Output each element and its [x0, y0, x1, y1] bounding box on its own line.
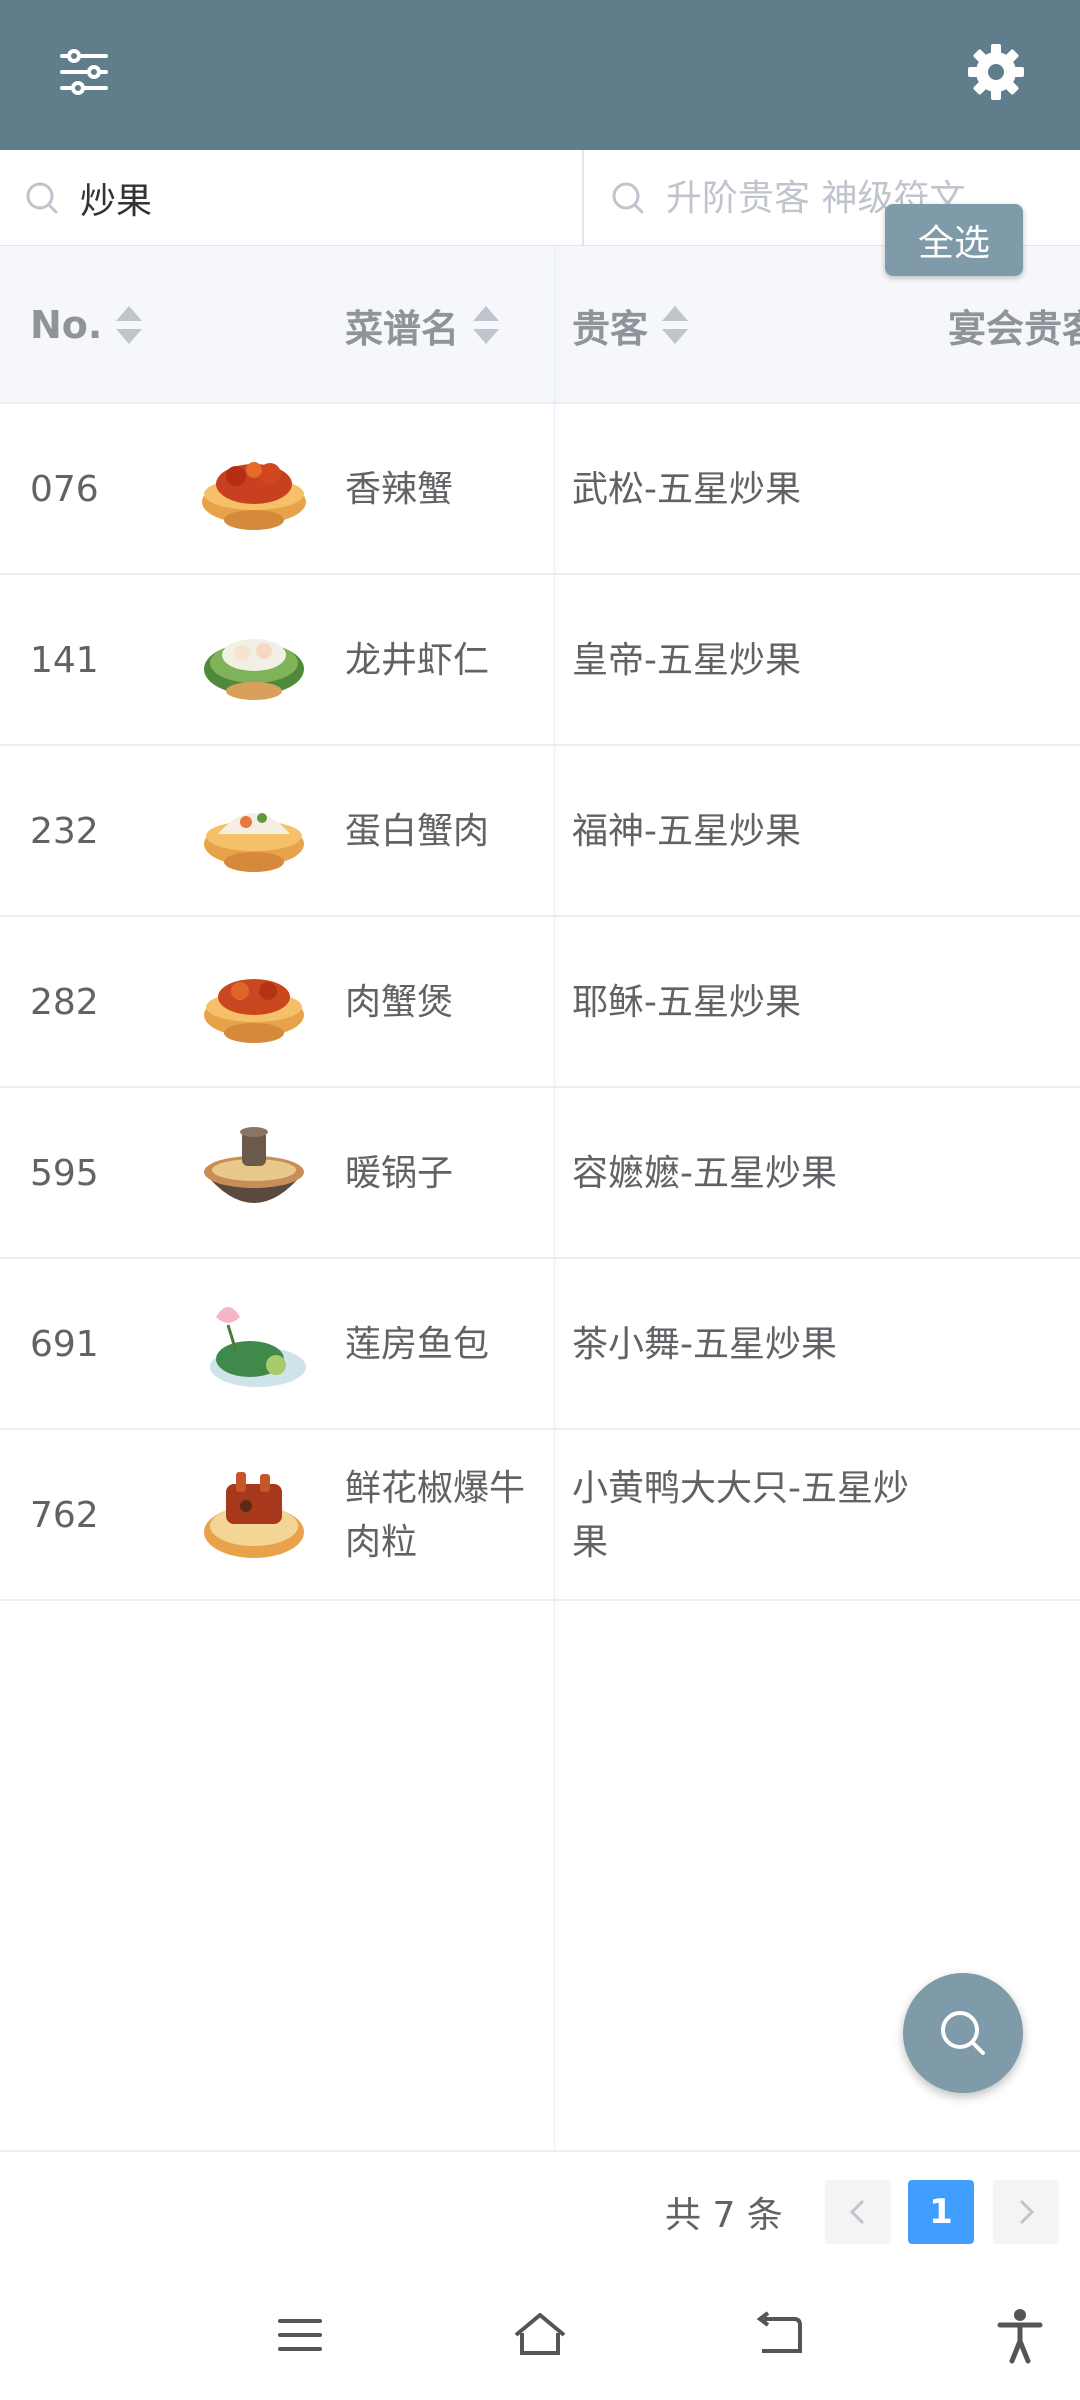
row-number: 282 [30, 982, 99, 1023]
chevron-left-icon [849, 2199, 865, 2225]
search-icon [941, 2011, 985, 2055]
home-icon[interactable] [510, 2305, 570, 2365]
guest-name: 茶小舞-五星炒果 [572, 1323, 837, 1365]
guest-name: 福神-五星炒果 [572, 810, 801, 852]
guest-name: 皇帝-五星炒果 [572, 639, 801, 681]
row-number: 762 [30, 1495, 99, 1536]
guest-name: 武松-五星炒果 [572, 468, 801, 510]
header-no-label: No. [30, 303, 103, 347]
row-number: 595 [30, 1153, 99, 1194]
top-bar [0, 0, 1080, 150]
table-row[interactable]: 232 蛋白蟹肉 福神-五星炒果 [0, 746, 1080, 917]
menu-icon[interactable] [270, 2305, 330, 2365]
pagination: 共 7 条 1 [0, 2150, 1080, 2270]
dish-name: 龙井虾仁 [345, 639, 490, 681]
pepper-beef-dish-icon [204, 1472, 304, 1558]
search-icon [26, 182, 58, 214]
page-1-button[interactable]: 1 [908, 2180, 974, 2244]
total-count: 共 7 条 [665, 2195, 783, 2236]
floating-search-button[interactable] [903, 1973, 1023, 2093]
dish-name: 鲜花椒爆牛肉粒 [345, 1467, 526, 1563]
app-root: 全选 No. 菜谱名 贵客 宴会贵客 076 [0, 0, 1080, 2400]
table-row[interactable]: 076 香辣蟹 武松-五星炒果 [0, 404, 1080, 575]
header-dish-name[interactable]: 菜谱名 [345, 246, 500, 404]
next-page-button[interactable] [993, 2180, 1059, 2244]
row-number: 232 [30, 811, 99, 852]
sort-icon[interactable] [116, 306, 143, 344]
accessibility-icon[interactable] [990, 2305, 1050, 2365]
table-row[interactable]: 282 肉蟹煲 耶稣-五星炒果 [0, 917, 1080, 1088]
back-icon[interactable] [750, 2305, 810, 2365]
guest-name: 小黄鸭大大只-五星炒果 [572, 1467, 909, 1563]
system-nav-bar [0, 2270, 1080, 2400]
fixed-column-divider [554, 246, 555, 2150]
row-number: 141 [30, 640, 99, 681]
sort-icon[interactable] [473, 306, 500, 344]
sliders-icon[interactable] [48, 36, 120, 108]
row-number: 691 [30, 1324, 99, 1365]
table-body: 076 香辣蟹 武松-五星炒果 141 龙井虾仁 皇帝-五星炒果 232 蛋白蟹… [0, 404, 1080, 1601]
guest-name: 容嬷嬷-五星炒果 [572, 1152, 837, 1194]
dish-name: 肉蟹煲 [345, 981, 454, 1023]
guest-name: 耶稣-五星炒果 [572, 981, 801, 1023]
header-no[interactable]: No. [30, 246, 143, 404]
prev-page-button[interactable] [825, 2180, 891, 2244]
header-guest[interactable]: 贵客 [572, 246, 689, 404]
longjing-shrimp-dish-icon [204, 639, 304, 700]
header-dish-name-label: 菜谱名 [345, 306, 460, 351]
lotus-fish-dish-icon [210, 1307, 306, 1387]
chevron-right-icon [1019, 2199, 1035, 2225]
dish-name: 暖锅子 [345, 1152, 454, 1194]
crab-pot-dish-icon [204, 979, 304, 1043]
dish-search-input[interactable] [80, 177, 480, 219]
dish-name: 莲房鱼包 [345, 1323, 490, 1365]
dish-search-box [0, 150, 584, 246]
table-row[interactable]: 691 莲房鱼包 茶小舞-五星炒果 [0, 1259, 1080, 1430]
table-row[interactable]: 762 鲜花椒爆牛肉粒 小黄鸭大大只-五星炒果 [0, 1430, 1080, 1601]
row-number: 076 [30, 469, 99, 510]
header-guest-label: 贵客 [572, 306, 649, 351]
select-all-button[interactable]: 全选 [885, 204, 1023, 276]
gear-icon[interactable] [960, 36, 1032, 108]
table-row[interactable]: 141 龙井虾仁 皇帝-五星炒果 [0, 575, 1080, 746]
dish-name: 蛋白蟹肉 [345, 810, 490, 852]
sort-icon[interactable] [662, 306, 689, 344]
header-banquet-guest-label: 宴会贵客 [948, 306, 1080, 351]
dish-name: 香辣蟹 [345, 468, 454, 510]
egg-white-crab-dish-icon [204, 813, 304, 872]
search-icon [612, 182, 644, 214]
spicy-crab-dish-icon [202, 462, 306, 530]
table-row[interactable]: 595 暖锅子 容嬷嬷-五星炒果 [0, 1088, 1080, 1259]
hot-pot-dish-icon [204, 1127, 304, 1203]
